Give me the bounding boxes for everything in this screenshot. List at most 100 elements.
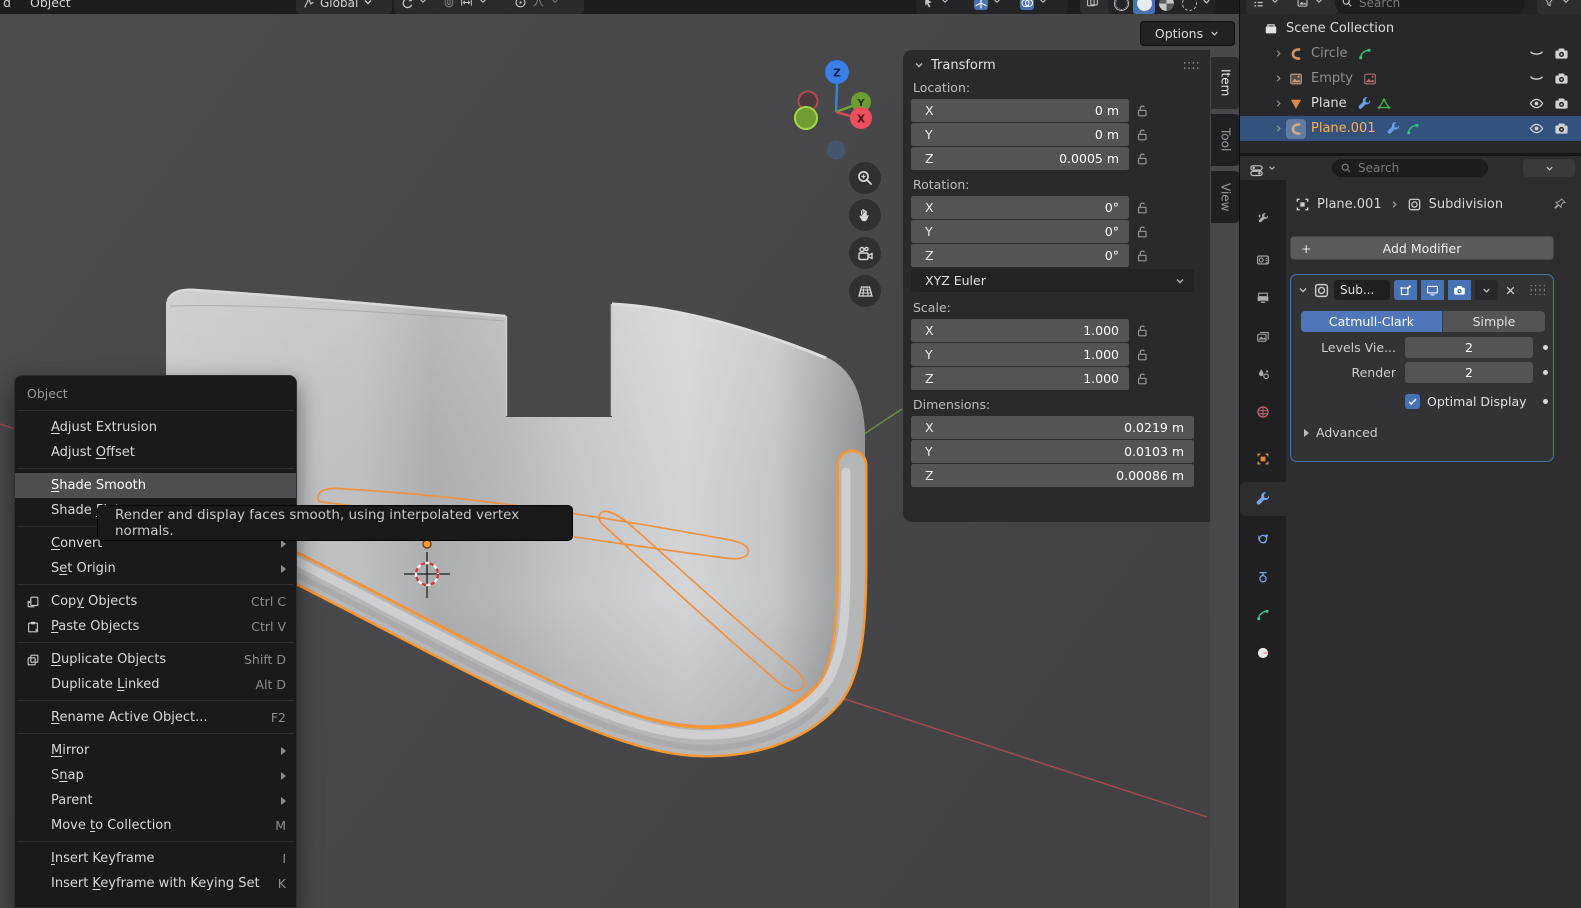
- modifier-name-field[interactable]: Sub...: [1334, 280, 1390, 300]
- animate-dot[interactable]: [1543, 370, 1548, 375]
- camera-visibility-icon[interactable]: [1554, 46, 1569, 61]
- proportional-edit-dropdown[interactable]: [508, 0, 584, 14]
- editor-divider-vertical[interactable]: [1239, 0, 1240, 908]
- outliner-display-mode-dropdown[interactable]: [1246, 0, 1294, 14]
- modifier-editmode-toggle[interactable]: [1394, 280, 1417, 300]
- camera-visibility-icon[interactable]: [1554, 121, 1569, 136]
- levels-viewport-field[interactable]: 2: [1405, 337, 1533, 358]
- menu-object[interactable]: Object: [30, 0, 71, 14]
- menu-item-adjust-offset[interactable]: Adjust Offset: [15, 440, 296, 465]
- breadcrumb-object[interactable]: Plane.001: [1317, 197, 1382, 212]
- properties-tab-physics[interactable]: [1240, 522, 1286, 556]
- camera-visibility-icon[interactable]: [1554, 71, 1569, 86]
- menu-item-duplicate-linked[interactable]: Duplicate LinkedAlt D: [15, 672, 296, 697]
- modifier-drag-handle[interactable]: ::::::::: [1530, 285, 1547, 295]
- menu-item-parent[interactable]: Parent: [15, 788, 296, 813]
- properties-tab-object[interactable]: [1240, 442, 1286, 476]
- show-overlays-toggle[interactable]: [1014, 0, 1068, 14]
- lock-icon[interactable]: [1129, 324, 1155, 338]
- properties-tab-world[interactable]: [1240, 395, 1286, 429]
- transform-field-scale-y[interactable]: Y1.000: [911, 343, 1129, 366]
- options-button[interactable]: Options: [1140, 21, 1235, 46]
- outliner-row-plane[interactable]: Plane: [1240, 91, 1581, 116]
- simple-button[interactable]: Simple: [1442, 311, 1545, 332]
- outliner-object-name[interactable]: Circle: [1311, 46, 1348, 61]
- eye-closed-icon[interactable]: [1529, 71, 1544, 86]
- camera-visibility-icon[interactable]: [1554, 96, 1569, 111]
- menu-item-set-origin[interactable]: Set Origin: [15, 556, 296, 581]
- menu-add-remnant[interactable]: d: [3, 0, 11, 14]
- menu-item-mirror[interactable]: Mirror: [15, 738, 296, 763]
- transform-field-dimensions-z[interactable]: Z0.00086 m: [911, 464, 1194, 487]
- npanel-tab-view[interactable]: View: [1211, 171, 1240, 223]
- menu-item-copy-objects[interactable]: Copy ObjectsCtrl C: [15, 589, 296, 614]
- eye-open-icon[interactable]: [1529, 96, 1544, 111]
- menu-item-rename-active-object[interactable]: Rename Active Object...F2: [15, 705, 296, 730]
- lock-icon[interactable]: [1129, 372, 1155, 386]
- transform-field-scale-x[interactable]: X1.000: [911, 319, 1129, 342]
- properties-tab-tool[interactable]: [1240, 202, 1286, 236]
- outliner-row-circle[interactable]: Circle: [1240, 41, 1581, 66]
- modifier-extras-dropdown[interactable]: [1475, 280, 1498, 300]
- lock-icon[interactable]: [1129, 128, 1155, 142]
- transform-field-location-z[interactable]: Z0.0005 m: [911, 147, 1129, 170]
- shading-material-button[interactable]: [1155, 0, 1178, 14]
- render-levels-field[interactable]: 2: [1405, 362, 1533, 383]
- outliner-object-name[interactable]: Empty: [1311, 71, 1353, 86]
- lock-icon[interactable]: [1129, 225, 1155, 239]
- transform-panel-header[interactable]: Transform ::::: [903, 50, 1210, 80]
- transform-field-dimensions-y[interactable]: Y0.0103 m: [911, 440, 1194, 463]
- menu-item-duplicate-objects[interactable]: Duplicate ObjectsShift D: [15, 647, 296, 672]
- transform-field-rotation-x[interactable]: X0°: [911, 196, 1129, 219]
- transform-field-location-y[interactable]: Y0 m: [911, 123, 1129, 146]
- menu-item-move-to-collection[interactable]: Move to CollectionM: [15, 813, 296, 838]
- camera-view-button[interactable]: [849, 237, 881, 269]
- lock-icon[interactable]: [1129, 249, 1155, 263]
- rotation-mode-dropdown[interactable]: XYZ Euler: [911, 269, 1194, 292]
- lock-icon[interactable]: [1129, 348, 1155, 362]
- expand-chevron-icon[interactable]: [1273, 123, 1287, 134]
- modifier-realtime-toggle[interactable]: [1421, 280, 1444, 300]
- lock-icon[interactable]: [1129, 152, 1155, 166]
- snapping-dropdown[interactable]: [436, 0, 512, 14]
- properties-tab-output[interactable]: [1240, 281, 1286, 315]
- object-visibility-dropdown[interactable]: [916, 0, 974, 14]
- menu-item-shade-smooth[interactable]: Shade Smooth: [15, 473, 296, 498]
- properties-tab-constraints[interactable]: [1240, 560, 1286, 594]
- animate-dot[interactable]: [1543, 345, 1548, 350]
- shading-wireframe-button[interactable]: [1110, 0, 1133, 14]
- editor-divider[interactable]: [1240, 153, 1581, 156]
- transform-field-location-x[interactable]: X0 m: [911, 99, 1129, 122]
- properties-options-dropdown[interactable]: [1523, 159, 1575, 177]
- properties-tab-material[interactable]: [1240, 636, 1286, 670]
- properties-tab-scene[interactable]: [1240, 357, 1286, 391]
- expand-chevron-icon[interactable]: [1273, 98, 1287, 109]
- modifier-close-button[interactable]: [1504, 284, 1517, 297]
- menu-item-insert-keyframe[interactable]: Insert KeyframeI: [15, 846, 296, 871]
- optimal-display-checkbox[interactable]: [1405, 394, 1420, 409]
- catmull-clark-button[interactable]: Catmull-Clark: [1301, 311, 1442, 332]
- shading-solid-button[interactable]: [1133, 0, 1156, 14]
- menu-item-adjust-extrusion[interactable]: Adjust Extrusion: [15, 415, 296, 440]
- modifier-render-toggle[interactable]: [1448, 280, 1471, 300]
- outliner-object-name[interactable]: Plane: [1311, 96, 1347, 111]
- eye-open-icon[interactable]: [1529, 121, 1544, 136]
- breadcrumb-modifier[interactable]: Subdivision: [1429, 197, 1504, 212]
- menu-item-paste-objects[interactable]: Paste ObjectsCtrl V: [15, 614, 296, 639]
- orientation-dropdown[interactable]: Global: [296, 0, 392, 14]
- outliner-object-name[interactable]: Scene Collection: [1286, 21, 1394, 36]
- shading-rendered-button[interactable]: [1178, 0, 1201, 14]
- properties-tab-render[interactable]: [1240, 243, 1286, 277]
- pivot-point-dropdown[interactable]: [394, 0, 440, 14]
- transform-field-dimensions-x[interactable]: X0.0219 m: [911, 416, 1194, 439]
- properties-tab-view-layer[interactable]: [1240, 319, 1286, 353]
- lock-icon[interactable]: [1129, 201, 1155, 215]
- ortho-grid-button[interactable]: [849, 275, 881, 307]
- menu-item-snap[interactable]: Snap: [15, 763, 296, 788]
- pin-icon[interactable]: [1553, 197, 1567, 211]
- outliner-search-input[interactable]: Search: [1335, 0, 1525, 14]
- eye-closed-icon[interactable]: [1529, 46, 1544, 61]
- outliner-row-plane-001[interactable]: Plane.001: [1240, 116, 1581, 141]
- outliner-object-name[interactable]: Plane.001: [1311, 121, 1376, 136]
- outliner-row-empty[interactable]: Empty: [1240, 66, 1581, 91]
